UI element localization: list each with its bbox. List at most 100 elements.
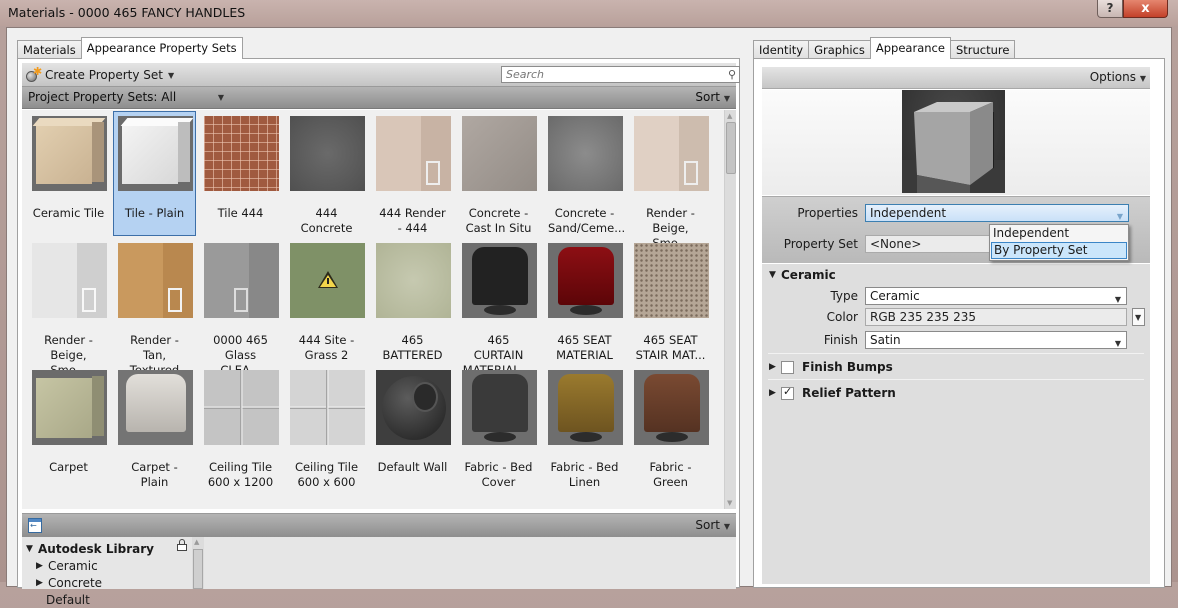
tree-item-ceramic[interactable]: ▶ Ceramic <box>36 557 98 574</box>
grid-vertical-scrollbar[interactable]: ▲ ▼ <box>724 110 736 509</box>
library-sort-button[interactable]: Sort ▼ <box>695 518 730 532</box>
chevron-down-icon: ▼ <box>1135 313 1142 322</box>
scroll-down-arrow-icon[interactable]: ▼ <box>727 499 732 507</box>
property-sets-panel: ✱ Create Property Set ▼ Search ⚲ Project… <box>17 58 740 607</box>
materials-dialog: Materials Appearance Property Sets ✱ Cre… <box>6 27 1172 607</box>
property-set-name: Fabric - Green <box>649 460 692 489</box>
material-swatch-thumbnail <box>548 370 623 445</box>
create-material-icon: ✱ <box>26 65 42 82</box>
property-set-name: Default Wall <box>377 460 448 474</box>
option-by-property-set[interactable]: By Property Set <box>991 242 1127 259</box>
color-menu-button[interactable]: ▼ <box>1132 308 1145 326</box>
project-property-sets-filter[interactable]: Project Property Sets: All ▼ <box>28 90 224 104</box>
property-set-grid-area: Ceramic Tile Tile - Plain Tile 444 444 Conc… <box>22 110 736 509</box>
expanded-triangle-icon[interactable]: ▼ <box>26 544 34 554</box>
property-set-tile[interactable]: 444 Concrete <box>285 111 368 236</box>
color-field[interactable]: RGB 235 235 235 <box>865 308 1127 326</box>
sort-button[interactable]: Sort ▼ <box>695 90 730 104</box>
library-tree-scrollbar[interactable]: ▲ <box>192 537 204 589</box>
tab-appearance[interactable]: Appearance <box>869 37 951 59</box>
property-set-tile[interactable]: Fabric - Green <box>629 365 712 490</box>
property-set-tile[interactable]: Default Wall <box>371 365 454 490</box>
property-set-tile[interactable]: 444 Render - 444 <box>371 111 454 236</box>
property-set-tile[interactable]: Carpet <box>27 365 110 490</box>
property-set-tile[interactable]: 465 CURTAIN MATERIAL ... <box>457 238 540 377</box>
property-set-tile[interactable]: 465 BATTERED ... <box>371 238 454 377</box>
tree-item-label: Autodesk Library <box>38 541 154 556</box>
material-swatch-thumbnail <box>204 116 279 191</box>
property-set-tile[interactable]: Tile 444 <box>199 111 282 236</box>
property-set-tile[interactable]: Render - Beige, Smo... <box>629 111 712 250</box>
property-set-tile[interactable]: Render - Beige, Smo... <box>27 238 110 377</box>
material-swatch-thumbnail <box>462 243 537 318</box>
property-set-tile[interactable]: 465 SEAT MATERIAL <box>543 238 626 363</box>
scrollbar-thumb[interactable] <box>193 549 203 589</box>
search-input[interactable]: Search ⚲ <box>501 66 740 83</box>
property-set-tile[interactable]: Fabric - Bed Cover <box>457 365 540 490</box>
chevron-down-icon: ▼ <box>1114 295 1121 304</box>
property-set-tile[interactable]: 444 Site - Grass 2 <box>285 238 368 363</box>
close-button[interactable]: x <box>1123 0 1168 18</box>
tab-identity[interactable]: Identity <box>753 40 810 59</box>
property-set-tile[interactable]: Concrete - Cast In Situ <box>457 111 540 236</box>
property-set-value: <None> <box>870 237 922 251</box>
tree-item-autodesk-library[interactable]: ▼ Autodesk Library <box>26 540 154 557</box>
scroll-up-arrow-icon[interactable]: ▲ <box>194 538 199 546</box>
property-set-tile[interactable]: Ceiling Tile 600 x 600 <box>285 365 368 490</box>
options-button[interactable]: Options ▼ <box>1090 70 1146 84</box>
section-relief-pattern-header[interactable]: ▶ Relief Pattern <box>769 385 896 401</box>
section-finish-bumps-header[interactable]: ▶ Finish Bumps <box>769 360 893 374</box>
material-swatch-thumbnail <box>376 370 451 445</box>
help-button[interactable]: ? <box>1097 0 1123 18</box>
properties-dropdown[interactable]: Independent ▼ <box>865 204 1129 222</box>
tab-structure[interactable]: Structure <box>949 40 1016 59</box>
tab-materials[interactable]: Materials <box>17 40 82 59</box>
tab-graphics[interactable]: Graphics <box>808 40 871 59</box>
type-value: Ceramic <box>870 289 920 303</box>
property-set-name: Tile - Plain <box>124 206 185 220</box>
property-set-tile[interactable]: Tile - Plain <box>113 111 196 236</box>
toggle-library-panel-icon[interactable] <box>28 518 42 533</box>
search-icon[interactable]: ⚲ <box>728 68 736 81</box>
material-swatch-thumbnail <box>462 370 537 445</box>
divider <box>768 379 1144 380</box>
property-set-name: Concrete - Cast In Situ <box>465 206 532 235</box>
collapsed-triangle-icon[interactable]: ▶ <box>769 388 777 398</box>
type-dropdown[interactable]: Ceramic ▼ <box>865 287 1127 305</box>
finish-bumps-checkbox[interactable] <box>781 360 794 374</box>
property-set-tile[interactable]: Render - Tan, Textured <box>113 238 196 377</box>
create-property-set-label: Create Property Set <box>45 68 163 82</box>
scrollbar-thumb[interactable] <box>726 122 736 174</box>
relief-pattern-checkbox[interactable] <box>781 385 794 400</box>
property-set-tile[interactable]: 465 SEAT STAIR MAT... <box>629 238 712 363</box>
browser-toolbar: ✱ Create Property Set ▼ Search ⚲ <box>22 63 740 87</box>
collapsed-triangle-icon[interactable]: ▶ <box>769 362 777 372</box>
option-independent[interactable]: Independent <box>990 225 1128 242</box>
section-ceramic-header[interactable]: ▼ Ceramic <box>769 268 836 282</box>
collapsed-triangle-icon[interactable]: ▶ <box>36 561 44 571</box>
scroll-up-arrow-icon[interactable]: ▲ <box>727 112 732 120</box>
search-placeholder: Search <box>506 68 545 81</box>
tree-item-concrete[interactable]: ▶ Concrete <box>36 574 102 591</box>
tree-item-default[interactable]: Default <box>46 591 90 608</box>
property-set-tile[interactable]: Fabric - Bed Linen <box>543 365 626 490</box>
property-set-tile[interactable]: 0000 465 Glass CLEA... <box>199 238 282 377</box>
create-property-set-button[interactable]: ✱ Create Property Set ▼ <box>26 65 174 84</box>
left-tab-strip: Materials Appearance Property Sets <box>17 37 243 59</box>
property-set-tile[interactable]: Ceiling Tile 600 x 1200 <box>199 365 282 490</box>
property-set-name: 444 Render - 444 <box>379 206 446 235</box>
filter-toolbar: Project Property Sets: All ▼ Sort ▼ <box>22 87 736 109</box>
material-swatch-thumbnail <box>118 116 193 191</box>
collapsed-triangle-icon[interactable]: ▶ <box>36 578 44 588</box>
property-set-name: Ceramic Tile <box>32 206 105 220</box>
material-preview-image[interactable] <box>902 90 1005 193</box>
finish-dropdown[interactable]: Satin ▼ <box>865 331 1127 349</box>
property-set-tile[interactable]: Carpet - Plain <box>113 365 196 490</box>
property-set-tile[interactable]: Concrete - Sand/Ceme... <box>543 111 626 236</box>
chevron-down-icon: ▼ <box>723 522 730 531</box>
tab-appearance-property-sets[interactable]: Appearance Property Sets <box>80 37 243 59</box>
property-set-tile[interactable]: Ceramic Tile <box>27 111 110 236</box>
expanded-triangle-icon[interactable]: ▼ <box>769 270 777 280</box>
property-set-grid: Ceramic Tile Tile - Plain Tile 444 444 Conc… <box>27 111 717 492</box>
material-swatch-thumbnail <box>634 370 709 445</box>
